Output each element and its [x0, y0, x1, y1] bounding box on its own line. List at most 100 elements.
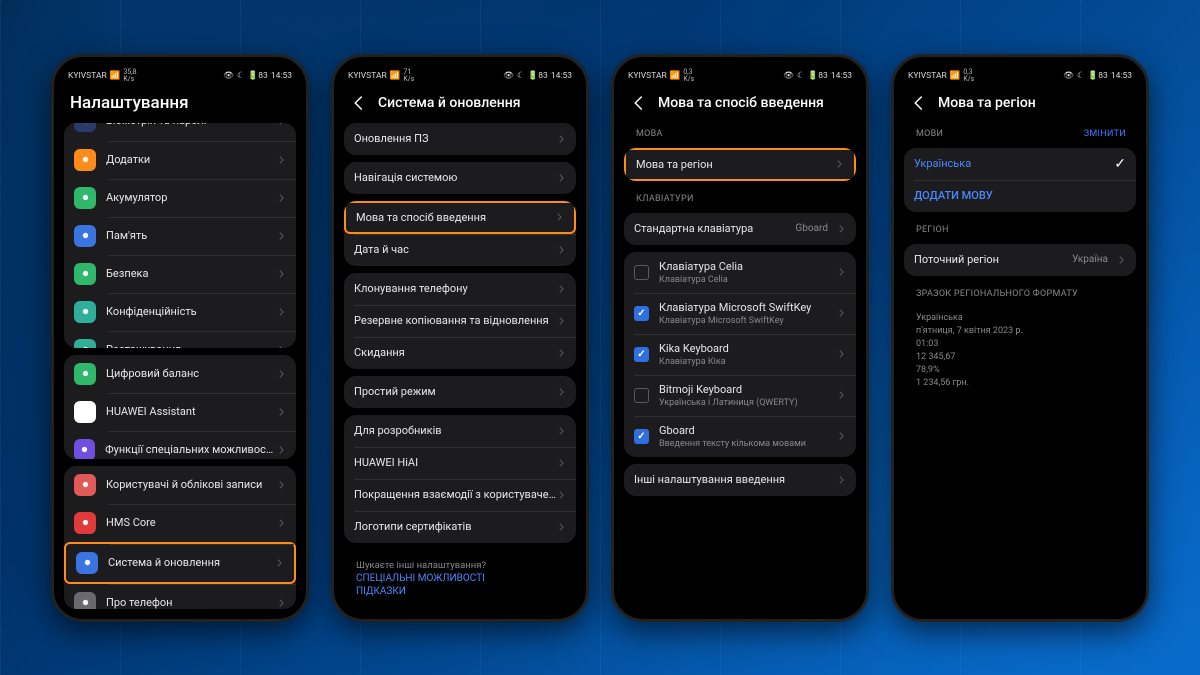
- keyboard-row[interactable]: GboardВведення тексту кількома мовами: [624, 416, 856, 457]
- chevron-right-icon: [1116, 255, 1126, 265]
- keyboard-row[interactable]: Bitmoji Keyboard Українська і Латиниця (Q…: [624, 375, 856, 416]
- settings-row[interactable]: Скидання: [344, 337, 576, 369]
- chevron-right-icon: [556, 387, 566, 397]
- keyboard-checkbox[interactable]: [634, 429, 649, 444]
- chevron-right-icon: [556, 348, 566, 358]
- format-sample: Українськап'ятниця, 7 квітня 2023 р.01:0…: [904, 308, 1136, 390]
- chevron-right-icon: [276, 307, 286, 317]
- chevron-right-icon: [556, 316, 566, 326]
- row-current-region[interactable]: Поточний регіон Україна: [904, 244, 1136, 276]
- keyboard-checkbox[interactable]: [634, 306, 649, 321]
- row-label: Додатки: [106, 153, 150, 166]
- chevron-right-icon: [276, 407, 286, 417]
- row-label: Резервне копіювання та відновлення: [354, 314, 549, 327]
- row-icon: [74, 474, 96, 496]
- settings-row[interactable]: HMS Core: [64, 504, 296, 542]
- chevron-right-icon: [556, 522, 566, 532]
- settings-row[interactable]: Логотипи сертифікатів: [344, 511, 576, 543]
- chevron-right-icon: [554, 212, 564, 222]
- chevron-right-icon: [836, 475, 846, 485]
- search-suggestions: Шукаєте інші налаштування?СПЕЦІАЛЬНІ МОЖ…: [344, 550, 576, 601]
- row-icon: [76, 552, 98, 574]
- keyboard-sub: Українська і Латиниця (QWERTY): [659, 398, 798, 408]
- section-language: МОВА: [624, 123, 856, 141]
- row-label: Про телефон: [106, 596, 173, 608]
- chevron-right-icon: [276, 480, 286, 490]
- chevron-right-icon: [556, 284, 566, 294]
- change-button[interactable]: ЗМІНИТИ: [1084, 129, 1126, 139]
- settings-row[interactable]: Мова та спосіб введення: [344, 201, 576, 234]
- phone-lang-region: KYIVSTAR 📶 0,3K/s 👁☾🔋8314:53 Мова та рег…: [891, 54, 1149, 622]
- settings-row[interactable]: Система й оновлення: [64, 542, 296, 584]
- back-icon[interactable]: [350, 94, 368, 112]
- settings-row[interactable]: Біометрія та паролі: [64, 123, 296, 141]
- settings-row[interactable]: Розташування: [64, 331, 296, 348]
- link-tips[interactable]: ПІДКАЗКИ: [356, 586, 564, 597]
- row-label: Логотипи сертифікатів: [354, 520, 472, 533]
- row-icon: [74, 439, 95, 459]
- row-label: Дата й час: [354, 243, 409, 256]
- row-label: Навігація системою: [354, 171, 457, 184]
- settings-row[interactable]: HUAWEI HiAI: [344, 447, 576, 479]
- settings-group: Оновлення ПЗ: [344, 123, 576, 155]
- settings-row[interactable]: Навігація системою: [344, 162, 576, 194]
- back-icon[interactable]: [910, 94, 928, 112]
- phone-settings: KYIVSTAR 📶 35,8K/s 👁 ☾ 🔋83 14:53 Налашту…: [51, 54, 309, 622]
- clock: 14:53: [271, 71, 292, 81]
- settings-row[interactable]: Пам'ять: [64, 217, 296, 255]
- settings-row[interactable]: HUAWEI Assistant: [64, 393, 296, 431]
- row-language-ukrainian[interactable]: Українська ✓: [904, 148, 1136, 180]
- settings-row[interactable]: Клонування телефону: [344, 273, 576, 305]
- chevron-right-icon: [276, 231, 286, 241]
- settings-row[interactable]: Цифровий баланс: [64, 355, 296, 393]
- settings-row[interactable]: Акумулятор: [64, 179, 296, 217]
- row-label: HUAWEI HiAI: [354, 456, 418, 469]
- settings-row[interactable]: Для розробників: [344, 415, 576, 447]
- settings-group-1: Біометрія та паролі Додатки Акумулятор Пам'…: [64, 123, 296, 348]
- row-label: Користувачі й облікові записи: [106, 478, 262, 491]
- settings-row[interactable]: Резервне копіювання та відновлення: [344, 305, 576, 337]
- back-icon[interactable]: [630, 94, 648, 112]
- chevron-right-icon: [556, 134, 566, 144]
- row-icon: [74, 363, 96, 385]
- row-label: Оновлення ПЗ: [354, 132, 429, 145]
- keyboard-checkbox[interactable]: [634, 347, 649, 362]
- eye-icon: 👁: [223, 71, 234, 81]
- settings-row[interactable]: Про телефон: [64, 584, 296, 609]
- row-icon: [74, 301, 96, 323]
- keyboard-row[interactable]: Клавіатура Microsoft SwiftKeyКлавіатура …: [624, 293, 856, 334]
- keyboard-row[interactable]: Клавіатура CeliaКлавіатура Celia: [624, 252, 856, 293]
- chevron-right-icon: [276, 445, 286, 455]
- row-icon: [74, 225, 96, 247]
- row-add-language[interactable]: ДОДАТИ МОВУ: [904, 180, 1136, 212]
- settings-row[interactable]: Додатки: [64, 141, 296, 179]
- settings-group: Клонування телефону Резервне копіювання т…: [344, 273, 576, 369]
- settings-row[interactable]: Функції спеціальних можливостей: [64, 431, 296, 459]
- row-more-input-settings[interactable]: Інші налаштування введення: [624, 464, 856, 496]
- row-label: Мова та спосіб введення: [356, 211, 486, 224]
- settings-row[interactable]: Дата й час: [344, 234, 576, 266]
- row-lang-region[interactable]: Мова та регіон: [624, 148, 856, 181]
- row-label: Цифровий баланс: [106, 367, 199, 380]
- section-region: РЕГІОН: [904, 219, 1136, 237]
- chevron-right-icon: [836, 308, 846, 318]
- chevron-right-icon: [556, 426, 566, 436]
- keyboard-name: Gboard: [659, 424, 806, 437]
- notch: [140, 57, 220, 71]
- settings-row[interactable]: Оновлення ПЗ: [344, 123, 576, 155]
- settings-group-3: Користувачі й облікові записи HMS CoreСис…: [64, 466, 296, 609]
- keyboard-row[interactable]: Kika KeyboardКлавіатура Кіка: [624, 334, 856, 375]
- link-accessibility[interactable]: СПЕЦІАЛЬНІ МОЖЛИВОСТІ: [356, 573, 564, 584]
- keyboard-checkbox[interactable]: [634, 388, 649, 403]
- settings-row[interactable]: Безпека: [64, 255, 296, 293]
- row-default-keyboard[interactable]: Стандартна клавіатура Gboard: [624, 213, 856, 245]
- row-icon: [74, 401, 96, 423]
- settings-row[interactable]: Користувачі й облікові записи: [64, 466, 296, 504]
- keyboard-checkbox[interactable]: [634, 265, 649, 280]
- row-label: Акумулятор: [106, 191, 167, 204]
- settings-row[interactable]: Конфіденційність: [64, 293, 296, 331]
- keyboard-name: Bitmoji Keyboard: [659, 383, 798, 396]
- settings-row[interactable]: Простий режим: [344, 376, 576, 408]
- settings-row[interactable]: Покращення взаємодії з користувачем: [344, 479, 576, 511]
- title-bar: Налаштування: [58, 85, 302, 123]
